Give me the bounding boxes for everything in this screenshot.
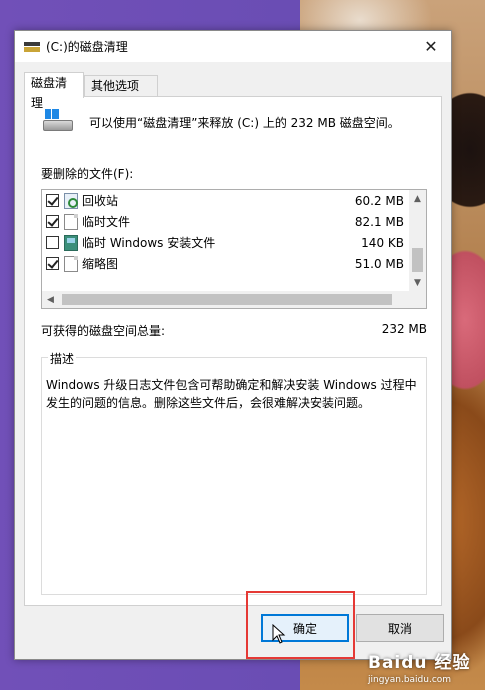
disk-cleanup-window: (C:)的磁盘清理 ✕ 磁盘清理 其他选项 可以使用“磁盘清理”来释放 (C:)… bbox=[14, 30, 452, 660]
file-name: 回收站 bbox=[82, 194, 119, 208]
scroll-left-icon[interactable]: ◀ bbox=[42, 291, 59, 308]
total-space-value: 232 MB bbox=[381, 322, 427, 336]
info-row: 可以使用“磁盘清理”来释放 (C:) 上的 232 MB 磁盘空间。 bbox=[43, 109, 400, 135]
file-icon bbox=[64, 213, 78, 230]
scrollbar-corner bbox=[409, 291, 426, 308]
close-icon: ✕ bbox=[424, 37, 438, 56]
tab-bar: 磁盘清理 其他选项 bbox=[15, 72, 451, 110]
close-button[interactable]: ✕ bbox=[411, 31, 451, 62]
cancel-button[interactable]: 取消 bbox=[356, 614, 444, 642]
watermark-brand: Baidu 经验 bbox=[368, 653, 471, 673]
disk-cleanup-panel: 可以使用“磁盘清理”来释放 (C:) 上的 232 MB 磁盘空间。 要删除的文… bbox=[24, 96, 442, 606]
watermark: Baidu 经验 jingyan.baidu.com bbox=[368, 648, 480, 688]
setup-files-icon bbox=[64, 234, 78, 251]
highlight-box bbox=[246, 591, 355, 659]
checkbox[interactable] bbox=[46, 236, 59, 249]
description-text: Windows 升级日志文件包含可帮助确定和解决安装 Windows 过程中发生… bbox=[46, 378, 417, 410]
total-space-row: 可获得的磁盘空间总量: 232 MB bbox=[41, 322, 427, 339]
list-item[interactable]: 临时 Windows 安装文件 140 KB bbox=[42, 232, 408, 253]
total-space-label: 可获得的磁盘空间总量: bbox=[41, 324, 166, 338]
drive-icon bbox=[43, 109, 73, 135]
scroll-up-icon[interactable]: ▲ bbox=[409, 190, 426, 207]
list-item[interactable]: 缩略图 51.0 MB bbox=[42, 253, 408, 274]
checkbox[interactable] bbox=[46, 215, 59, 228]
tab-more-options[interactable]: 其他选项 bbox=[84, 75, 158, 97]
file-size: 140 KB bbox=[361, 235, 404, 250]
files-to-delete-label: 要删除的文件(F): bbox=[41, 167, 134, 181]
list-item[interactable]: 临时文件 82.1 MB bbox=[42, 211, 408, 232]
file-name: 临时文件 bbox=[82, 215, 131, 229]
file-name: 临时 Windows 安装文件 bbox=[82, 236, 216, 250]
file-name: 缩略图 bbox=[82, 257, 119, 271]
window-title: (C:)的磁盘清理 bbox=[46, 40, 128, 54]
scroll-down-icon[interactable]: ▼ bbox=[409, 274, 426, 291]
scroll-thumb[interactable] bbox=[412, 248, 423, 272]
file-size: 51.0 MB bbox=[354, 256, 404, 271]
description-group: 描述 Windows 升级日志文件包含可帮助确定和解决安装 Windows 过程… bbox=[41, 350, 427, 595]
scroll-thumb[interactable] bbox=[62, 294, 392, 305]
mouse-cursor-icon bbox=[272, 624, 286, 644]
file-icon bbox=[64, 255, 78, 272]
file-size: 60.2 MB bbox=[354, 193, 404, 208]
file-size: 82.1 MB bbox=[354, 214, 404, 229]
file-list[interactable]: 回收站 60.2 MB 临时文件 82.1 MB 临时 Windows 安装文件… bbox=[41, 189, 427, 309]
checkbox[interactable] bbox=[46, 194, 59, 207]
vertical-scrollbar[interactable]: ▲ ▼ bbox=[409, 190, 426, 291]
disk-cleanup-icon bbox=[24, 41, 40, 53]
horizontal-scrollbar[interactable]: ◀ ▶ bbox=[42, 291, 426, 308]
description-legend: 描述 bbox=[48, 350, 77, 367]
info-text: 可以使用“磁盘清理”来释放 (C:) 上的 232 MB 磁盘空间。 bbox=[89, 115, 400, 130]
list-item[interactable]: 回收站 60.2 MB bbox=[42, 190, 408, 211]
tab-disk-cleanup[interactable]: 磁盘清理 bbox=[24, 72, 84, 110]
title-bar[interactable]: (C:)的磁盘清理 ✕ bbox=[15, 31, 451, 62]
watermark-url: jingyan.baidu.com bbox=[368, 675, 452, 685]
checkbox[interactable] bbox=[46, 257, 59, 270]
recycle-bin-icon bbox=[64, 192, 78, 209]
